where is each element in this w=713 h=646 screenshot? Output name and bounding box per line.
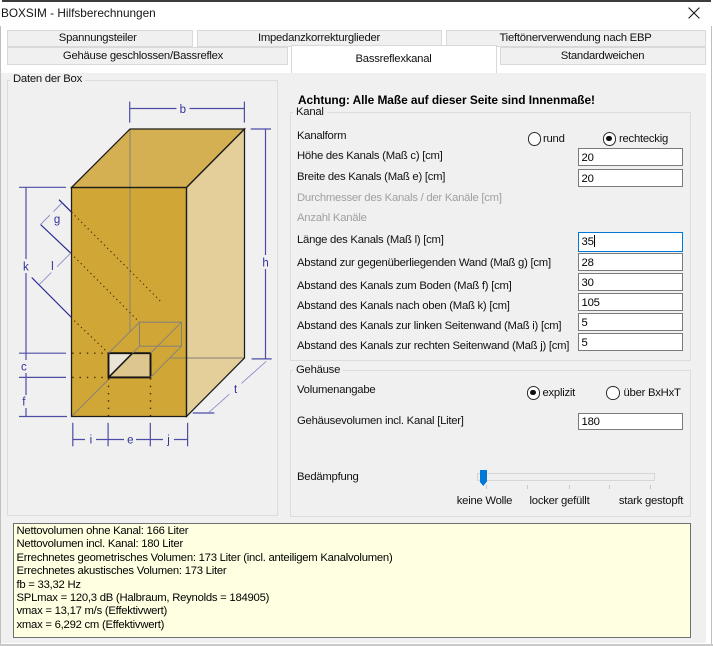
svg-text:g: g	[54, 214, 60, 226]
svg-text:k: k	[23, 262, 29, 274]
svg-text:h: h	[262, 258, 268, 270]
svg-text:b: b	[180, 104, 186, 116]
svg-text:c: c	[21, 362, 27, 374]
svg-text:l: l	[51, 261, 53, 273]
svg-text:j: j	[166, 435, 169, 447]
svg-text:e: e	[127, 435, 133, 447]
svg-text:i: i	[90, 435, 92, 447]
